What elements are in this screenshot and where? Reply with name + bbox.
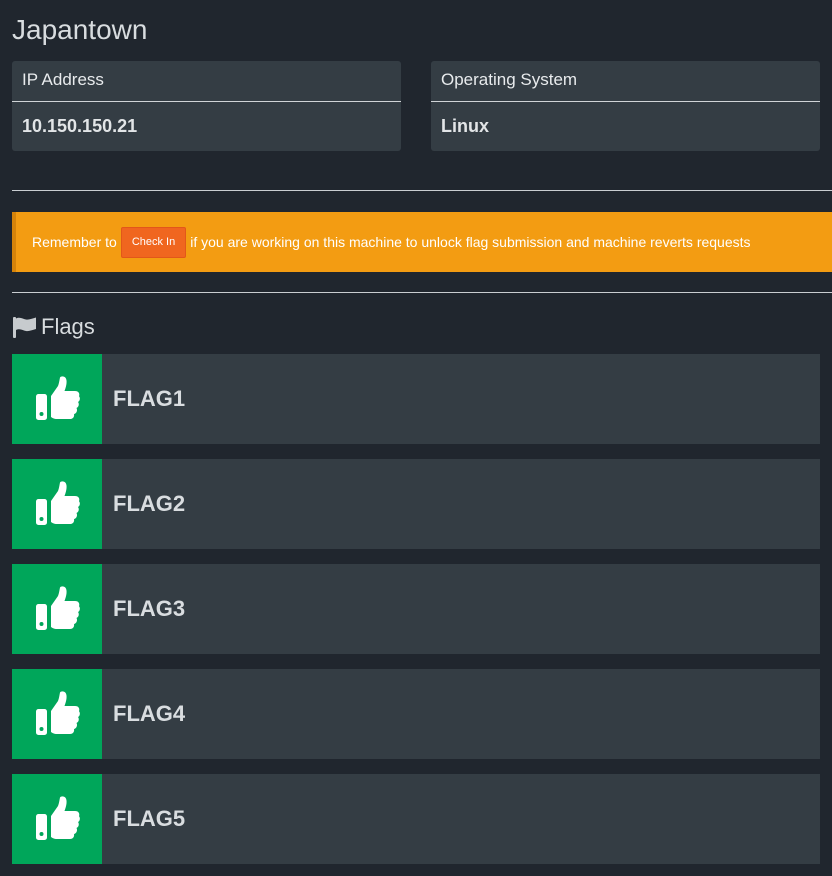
operating-system-box: Operating System Linux — [431, 61, 820, 151]
thumbs-up-icon — [36, 796, 80, 840]
check-in-button[interactable]: Check In — [120, 226, 187, 258]
flag-label: FLAG1 — [113, 386, 186, 411]
flag-label: FLAG3 — [113, 596, 186, 621]
flag-item-1: FLAG1 — [12, 354, 820, 444]
alert-prefix-text: Remember to — [32, 234, 117, 250]
flag-status-box — [12, 354, 102, 444]
flag-item-2: FLAG2 — [12, 459, 820, 549]
thumbs-up-icon — [36, 691, 80, 735]
operating-system-value: Linux — [441, 116, 489, 136]
flags-heading: Flags — [12, 312, 95, 342]
thumbs-up-icon — [36, 481, 80, 525]
ip-address-box: IP Address 10.150.150.21 — [12, 61, 401, 151]
flag-item-3: FLAG3 — [12, 564, 820, 654]
ip-address-value: 10.150.150.21 — [22, 116, 138, 136]
flag-list: FLAG1 FLAG2 FLAG3 FLAG4 FLAG5 — [12, 354, 820, 876]
flag-status-box — [12, 564, 102, 654]
divider — [12, 292, 832, 293]
flag-status-box — [12, 459, 102, 549]
flag-label: FLAG4 — [113, 701, 186, 726]
flags-heading-label: Flags — [41, 314, 95, 339]
flag-label: FLAG2 — [113, 491, 186, 516]
operating-system-label: Operating System — [431, 61, 820, 102]
flag-item-5: FLAG5 — [12, 774, 820, 864]
flag-status-box — [12, 774, 102, 864]
check-in-alert: Remember to Check In if you are working … — [12, 212, 832, 272]
thumbs-up-icon — [36, 586, 80, 630]
thumbs-up-icon — [36, 376, 80, 420]
flag-status-box — [12, 669, 102, 759]
ip-address-label: IP Address — [12, 61, 401, 102]
machine-page: Japantown IP Address 10.150.150.21 Opera… — [0, 0, 832, 876]
divider — [12, 190, 832, 191]
page-title: Japantown — [12, 14, 148, 45]
flag-label: FLAG5 — [113, 806, 186, 831]
flag-item-4: FLAG4 — [12, 669, 820, 759]
flag-icon — [13, 317, 36, 338]
alert-suffix-text: if you are working on this machine to un… — [190, 234, 751, 250]
